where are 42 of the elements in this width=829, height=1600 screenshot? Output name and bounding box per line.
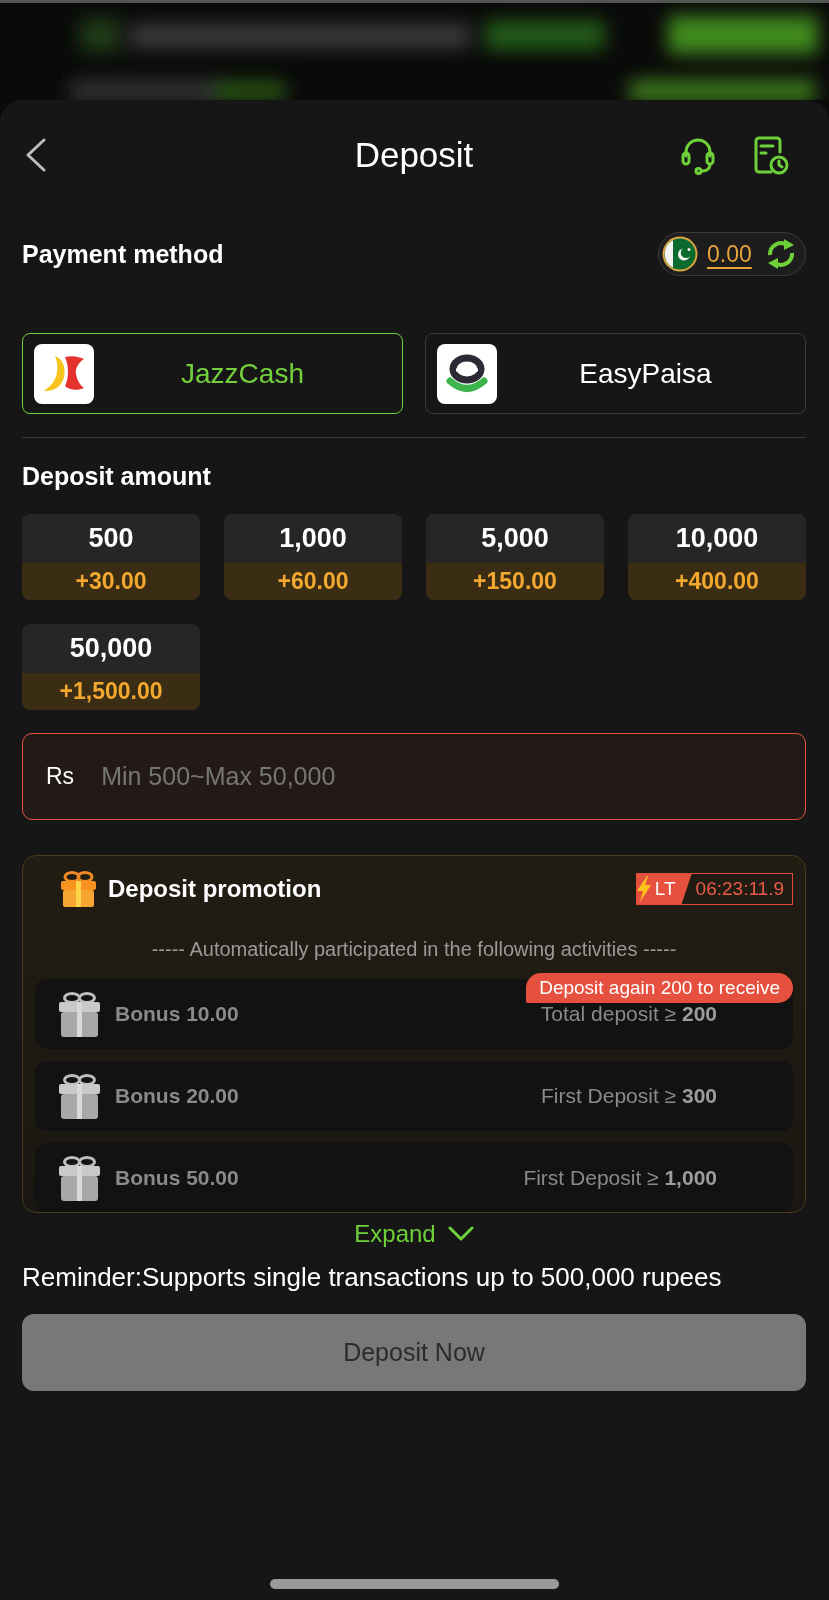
amount-input-field[interactable]: Rs Min 500~Max 50,000 xyxy=(22,733,806,820)
amount-option[interactable]: 5,000 +150.00 xyxy=(426,514,604,600)
hint-tooltip: Deposit again 200 to receive xyxy=(526,973,793,1003)
amount-input[interactable]: Min 500~Max 50,000 xyxy=(101,746,805,807)
promotion-title: Deposit promotion xyxy=(108,875,322,903)
countdown-timer: 06:23:11.9 xyxy=(694,877,785,901)
amount-option[interactable]: 10,000 +400.00 xyxy=(628,514,806,600)
payment-method-card[interactable]: JazzCash xyxy=(22,333,403,414)
page-title: Deposit xyxy=(354,135,474,175)
bonus-amount: +60.00 xyxy=(224,563,402,600)
refresh-icon[interactable] xyxy=(765,238,797,270)
back-icon[interactable] xyxy=(24,138,48,172)
amount-option[interactable]: 50,000 +1,500.00 xyxy=(22,624,200,710)
bonus-label: Bonus 10.00 xyxy=(115,1002,239,1026)
lightning-icon xyxy=(636,876,651,902)
condition-label: Total deposit ≥ 200 xyxy=(540,1002,717,1026)
reminder-text: Reminder:Supports single transactions up to 500,000 rupees xyxy=(22,1262,723,1292)
bonus-amount: +150.00 xyxy=(426,563,604,600)
tag-label: LT xyxy=(654,878,676,900)
flag-icon xyxy=(662,236,698,272)
gift-icon xyxy=(58,1155,101,1201)
currency-label: Rs xyxy=(46,763,75,790)
amount-option[interactable]: 500 +30.00 xyxy=(22,514,200,600)
bonus-amount: +30.00 xyxy=(22,563,200,600)
payment-method-card[interactable]: EasyPaisa xyxy=(425,333,806,414)
gift-icon xyxy=(60,871,97,907)
bonus-amount: +1,500.00 xyxy=(22,673,200,710)
section-heading: Payment method xyxy=(22,239,224,269)
gift-icon xyxy=(58,991,101,1037)
condition-label: First Deposit ≥ 300 xyxy=(540,1084,717,1108)
bonus-label: Bonus 50.00 xyxy=(115,1166,239,1190)
payment-logo-icon xyxy=(34,343,94,404)
amount-option[interactable]: 1,000 +60.00 xyxy=(224,514,402,600)
bonus-amount: +400.00 xyxy=(628,563,806,600)
promotion-subtitle: ----- Automatically participated in the following activities ----- xyxy=(150,937,678,962)
expand-button[interactable]: Expand xyxy=(354,1219,474,1249)
balance-link[interactable]: 0.00 xyxy=(707,240,752,268)
condition-label: First Deposit ≥ 1,000 xyxy=(523,1166,717,1190)
bonus-label: Bonus 20.00 xyxy=(115,1084,239,1108)
payment-logo-icon xyxy=(437,343,497,404)
gift-icon xyxy=(58,1073,101,1119)
section-heading: Deposit amount xyxy=(22,461,212,491)
